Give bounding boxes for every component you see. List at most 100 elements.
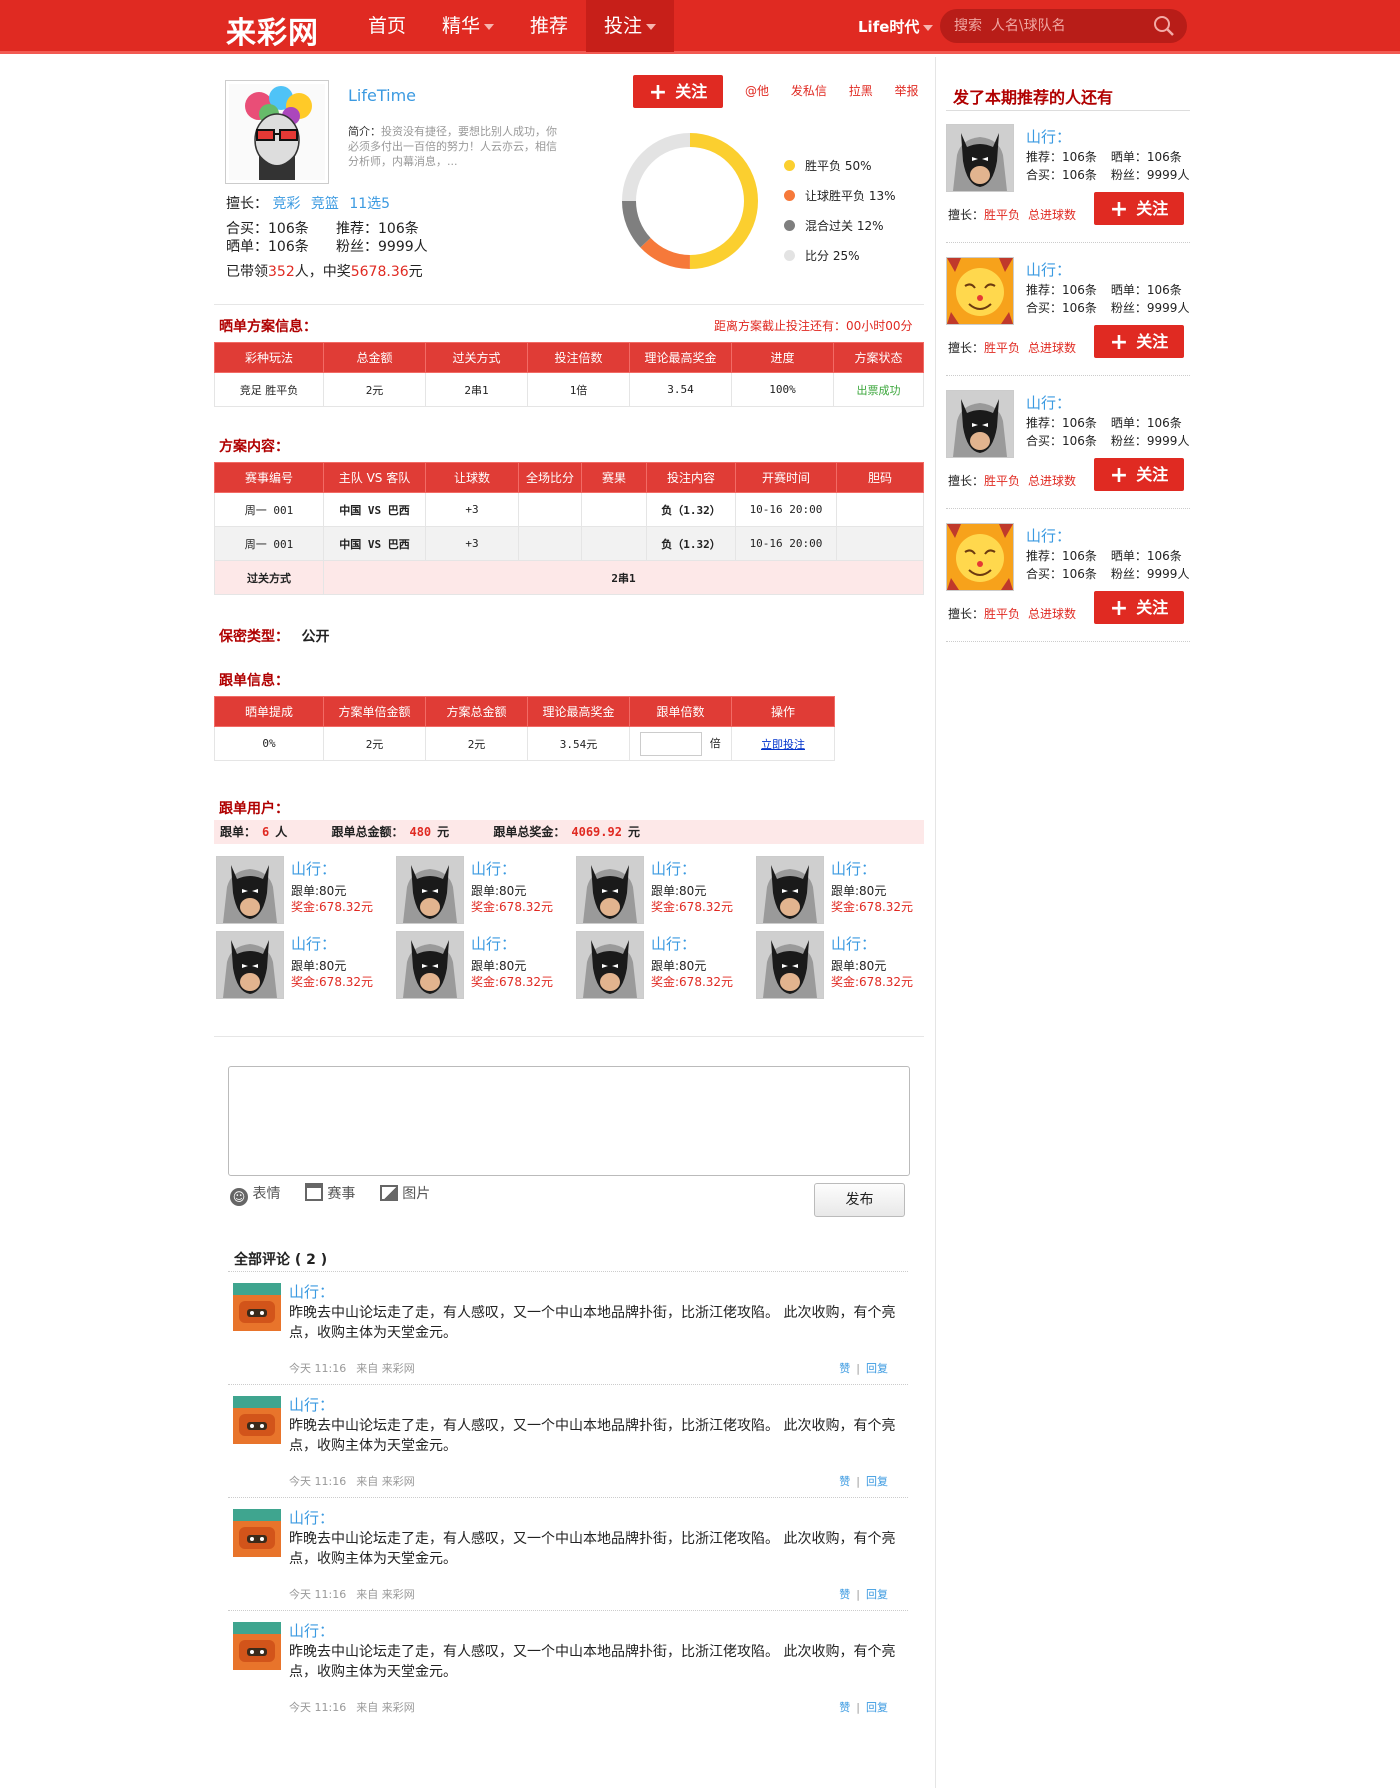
profile-name[interactable]: LifeTime xyxy=(348,86,416,105)
nav-home[interactable]: 首页 xyxy=(350,0,424,52)
chevron-down-icon xyxy=(484,23,495,30)
specialty-tag[interactable]: 竞彩 xyxy=(272,196,300,212)
comment-author[interactable]: 山行： xyxy=(289,1620,334,1641)
follower-name[interactable]: 山行： xyxy=(471,858,516,879)
reply-link[interactable]: 回复 xyxy=(866,1701,888,1714)
user-menu[interactable]: Life时代 xyxy=(858,16,934,37)
follower-avatar[interactable] xyxy=(216,931,284,999)
mention-link[interactable]: @他 xyxy=(745,84,769,98)
follower-name[interactable]: 山行： xyxy=(831,858,876,879)
comment-avatar[interactable] xyxy=(233,1283,281,1331)
message-link[interactable]: 发私信 xyxy=(791,84,827,98)
follow-button[interactable]: + 关注 xyxy=(1094,458,1184,491)
follower-name[interactable]: 山行： xyxy=(651,858,696,879)
comment-author[interactable]: 山行： xyxy=(289,1394,334,1415)
calendar-icon xyxy=(304,1183,323,1201)
col-header: 总金额 xyxy=(323,342,426,373)
follow-info-table: 晒单提成 方案单倍金额 方案总金额 理论最高奖金 跟单倍数 操作 0% 2元 2… xyxy=(214,696,835,761)
specialty-tag[interactable]: 11选5 xyxy=(349,196,390,212)
follow-button[interactable]: + 关注 xyxy=(1094,591,1184,624)
sidebar-user-name[interactable]: 山行： xyxy=(1026,259,1071,280)
block-link[interactable]: 拉黑 xyxy=(849,84,873,98)
sidebar-avatar[interactable] xyxy=(946,124,1014,192)
cell: 周一 001 xyxy=(214,526,324,561)
search-input[interactable] xyxy=(954,15,1144,37)
comment-author[interactable]: 山行： xyxy=(289,1281,334,1302)
follower-name[interactable]: 山行： xyxy=(831,933,876,954)
col-header: 操作 xyxy=(731,696,835,727)
sidebar-title: 发了本期推荐的人还有 xyxy=(953,88,1114,107)
follower-avatar[interactable] xyxy=(756,856,824,924)
follow-button[interactable]: + 关注 xyxy=(1094,192,1184,225)
cell: 0% xyxy=(214,726,324,761)
comment-avatar[interactable] xyxy=(233,1396,281,1444)
follower-prize: 奖金:678.32元 xyxy=(291,975,374,989)
follower-avatar[interactable] xyxy=(576,856,644,924)
follower-card: 山行： 跟单:80元 奖金:678.32元 xyxy=(576,931,756,1001)
follower-avatar[interactable] xyxy=(756,931,824,999)
like-link[interactable]: 赞 xyxy=(839,1362,850,1375)
like-link[interactable]: 赞 xyxy=(839,1475,850,1488)
comment-avatar[interactable] xyxy=(233,1622,281,1670)
comment-textarea[interactable] xyxy=(228,1066,910,1176)
sidebar-stats-row: 推荐：106条 晒单：106条 xyxy=(1026,549,1182,563)
profile-avatar-image xyxy=(229,84,325,180)
multiplier-cell: 倍 xyxy=(629,726,732,761)
follower-name[interactable]: 山行： xyxy=(471,933,516,954)
divider xyxy=(214,1036,924,1037)
like-link[interactable]: 赞 xyxy=(839,1701,850,1714)
divider xyxy=(946,641,1190,642)
reply-link[interactable]: 回复 xyxy=(866,1362,888,1375)
search-icon[interactable] xyxy=(1153,15,1175,37)
follow-button[interactable]: + 关注 xyxy=(1094,325,1184,358)
col-header: 进度 xyxy=(731,342,834,373)
follower-card: 山行： 跟单:80元 奖金:678.32元 xyxy=(756,931,936,1001)
follower-avatar[interactable] xyxy=(396,931,464,999)
follower-card: 山行： 跟单:80元 奖金:678.32元 xyxy=(576,856,756,926)
nav-betting[interactable]: 投注 xyxy=(586,0,675,52)
follower-name[interactable]: 山行： xyxy=(651,933,696,954)
profile-specialty: 擅长： 竞彩 竞篮 11选5 xyxy=(226,196,391,212)
sidebar-avatar[interactable] xyxy=(946,390,1014,458)
sidebar-user-name[interactable]: 山行： xyxy=(1026,525,1071,546)
site-logo[interactable]: 来彩网 xyxy=(226,8,319,52)
sidebar-user-name[interactable]: 山行： xyxy=(1026,126,1071,147)
multiplier-input[interactable] xyxy=(640,731,703,756)
cell xyxy=(518,526,582,561)
comment-author[interactable]: 山行： xyxy=(289,1507,334,1528)
follower-name[interactable]: 山行： xyxy=(291,933,336,954)
nav-recommend[interactable]: 推荐 xyxy=(512,0,586,52)
follower-card: 山行： 跟单:80元 奖金:678.32元 xyxy=(756,856,936,926)
follow-button[interactable]: + 关注 xyxy=(633,75,723,108)
follower-avatar[interactable] xyxy=(396,856,464,924)
like-link[interactable]: 赞 xyxy=(839,1588,850,1601)
sidebar-avatar[interactable] xyxy=(946,523,1014,591)
specialty-tag[interactable]: 竞篮 xyxy=(311,196,339,212)
image-tool[interactable]: 图片 xyxy=(379,1185,430,1202)
sidebar-avatar[interactable] xyxy=(946,257,1014,325)
reply-link[interactable]: 回复 xyxy=(866,1475,888,1488)
emoji-tool[interactable]: ☺ 表情 xyxy=(230,1186,280,1206)
profile-avatar[interactable] xyxy=(225,80,329,184)
follower-avatar[interactable] xyxy=(576,931,644,999)
nav-featured[interactable]: 精华 xyxy=(424,0,512,52)
comment-avatar[interactable] xyxy=(233,1509,281,1557)
countdown-text: 距离方案截止投注还有：00小时00分 xyxy=(714,319,913,333)
report-link[interactable]: 举报 xyxy=(895,84,919,98)
reply-link[interactable]: 回复 xyxy=(866,1588,888,1601)
publish-button[interactable]: 发布 xyxy=(814,1183,905,1217)
follower-avatar[interactable] xyxy=(216,856,284,924)
comment-meta: 今天 11:16 来自 来彩网 xyxy=(289,1475,415,1488)
cell: 中国 VS 巴西 xyxy=(323,526,426,561)
profile-actions: @他 发私信 拉黑 举报 xyxy=(745,82,919,99)
match-tool[interactable]: 赛事 xyxy=(304,1183,355,1202)
legend-item: 胜平负 50% xyxy=(784,157,872,174)
stat-shaidan: 晒单：106条 xyxy=(226,239,309,255)
follower-name[interactable]: 山行： xyxy=(291,858,336,879)
sidebar-user-card: 山行： 推荐：106条 晒单：106条 合买：106条 粉丝：9999人 擅长：胜平… xyxy=(946,124,1190,250)
col-header: 理论最高奖金 xyxy=(629,342,732,373)
sidebar-user-name[interactable]: 山行： xyxy=(1026,392,1071,413)
follower-card: 山行： 跟单:80元 奖金:678.32元 xyxy=(216,856,396,926)
bet-now-link[interactable]: 立即投注 xyxy=(761,738,805,751)
sidebar-stats-row: 推荐：106条 晒单：106条 xyxy=(1026,150,1182,164)
